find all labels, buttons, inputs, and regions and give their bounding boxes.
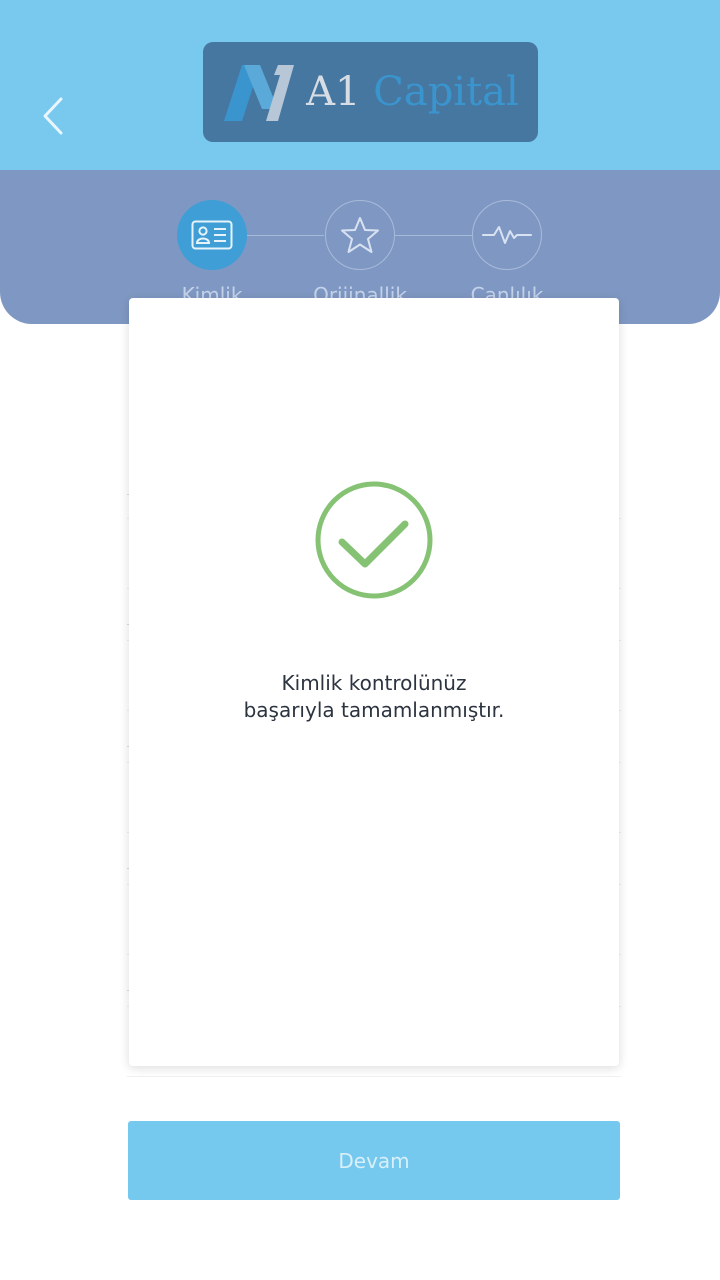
continue-button[interactable]: Devam xyxy=(128,1121,620,1200)
success-check-icon xyxy=(315,481,433,599)
id-card-icon xyxy=(191,220,233,250)
step-canlilik[interactable] xyxy=(472,200,542,270)
chevron-left-icon xyxy=(43,97,63,135)
back-button[interactable] xyxy=(30,88,76,144)
success-message: Kimlik kontrolünüz başarıyla tamamlanmış… xyxy=(129,670,619,724)
step-orijinallik[interactable] xyxy=(325,200,395,270)
logo-text-a1: A1 xyxy=(306,69,361,115)
star-icon xyxy=(341,217,379,253)
step-connector xyxy=(395,235,472,236)
logo-text: A1 Capital xyxy=(306,69,519,115)
step-connector xyxy=(247,235,324,236)
logo-text-capital: Capital xyxy=(373,69,519,115)
success-message-line2: başarıyla tamamlanmıştır. xyxy=(243,698,505,722)
background-field-line xyxy=(127,1076,621,1077)
step-kimlik[interactable] xyxy=(177,200,247,270)
success-message-line1: Kimlik kontrolünüz xyxy=(281,671,467,695)
app-header: A1 Capital xyxy=(0,0,720,170)
company-logo: A1 Capital xyxy=(203,42,538,142)
logo-mark-icon xyxy=(224,65,295,121)
success-dialog: Kimlik kontrolünüz başarıyla tamamlanmış… xyxy=(129,298,619,1066)
pulse-icon xyxy=(482,226,532,244)
